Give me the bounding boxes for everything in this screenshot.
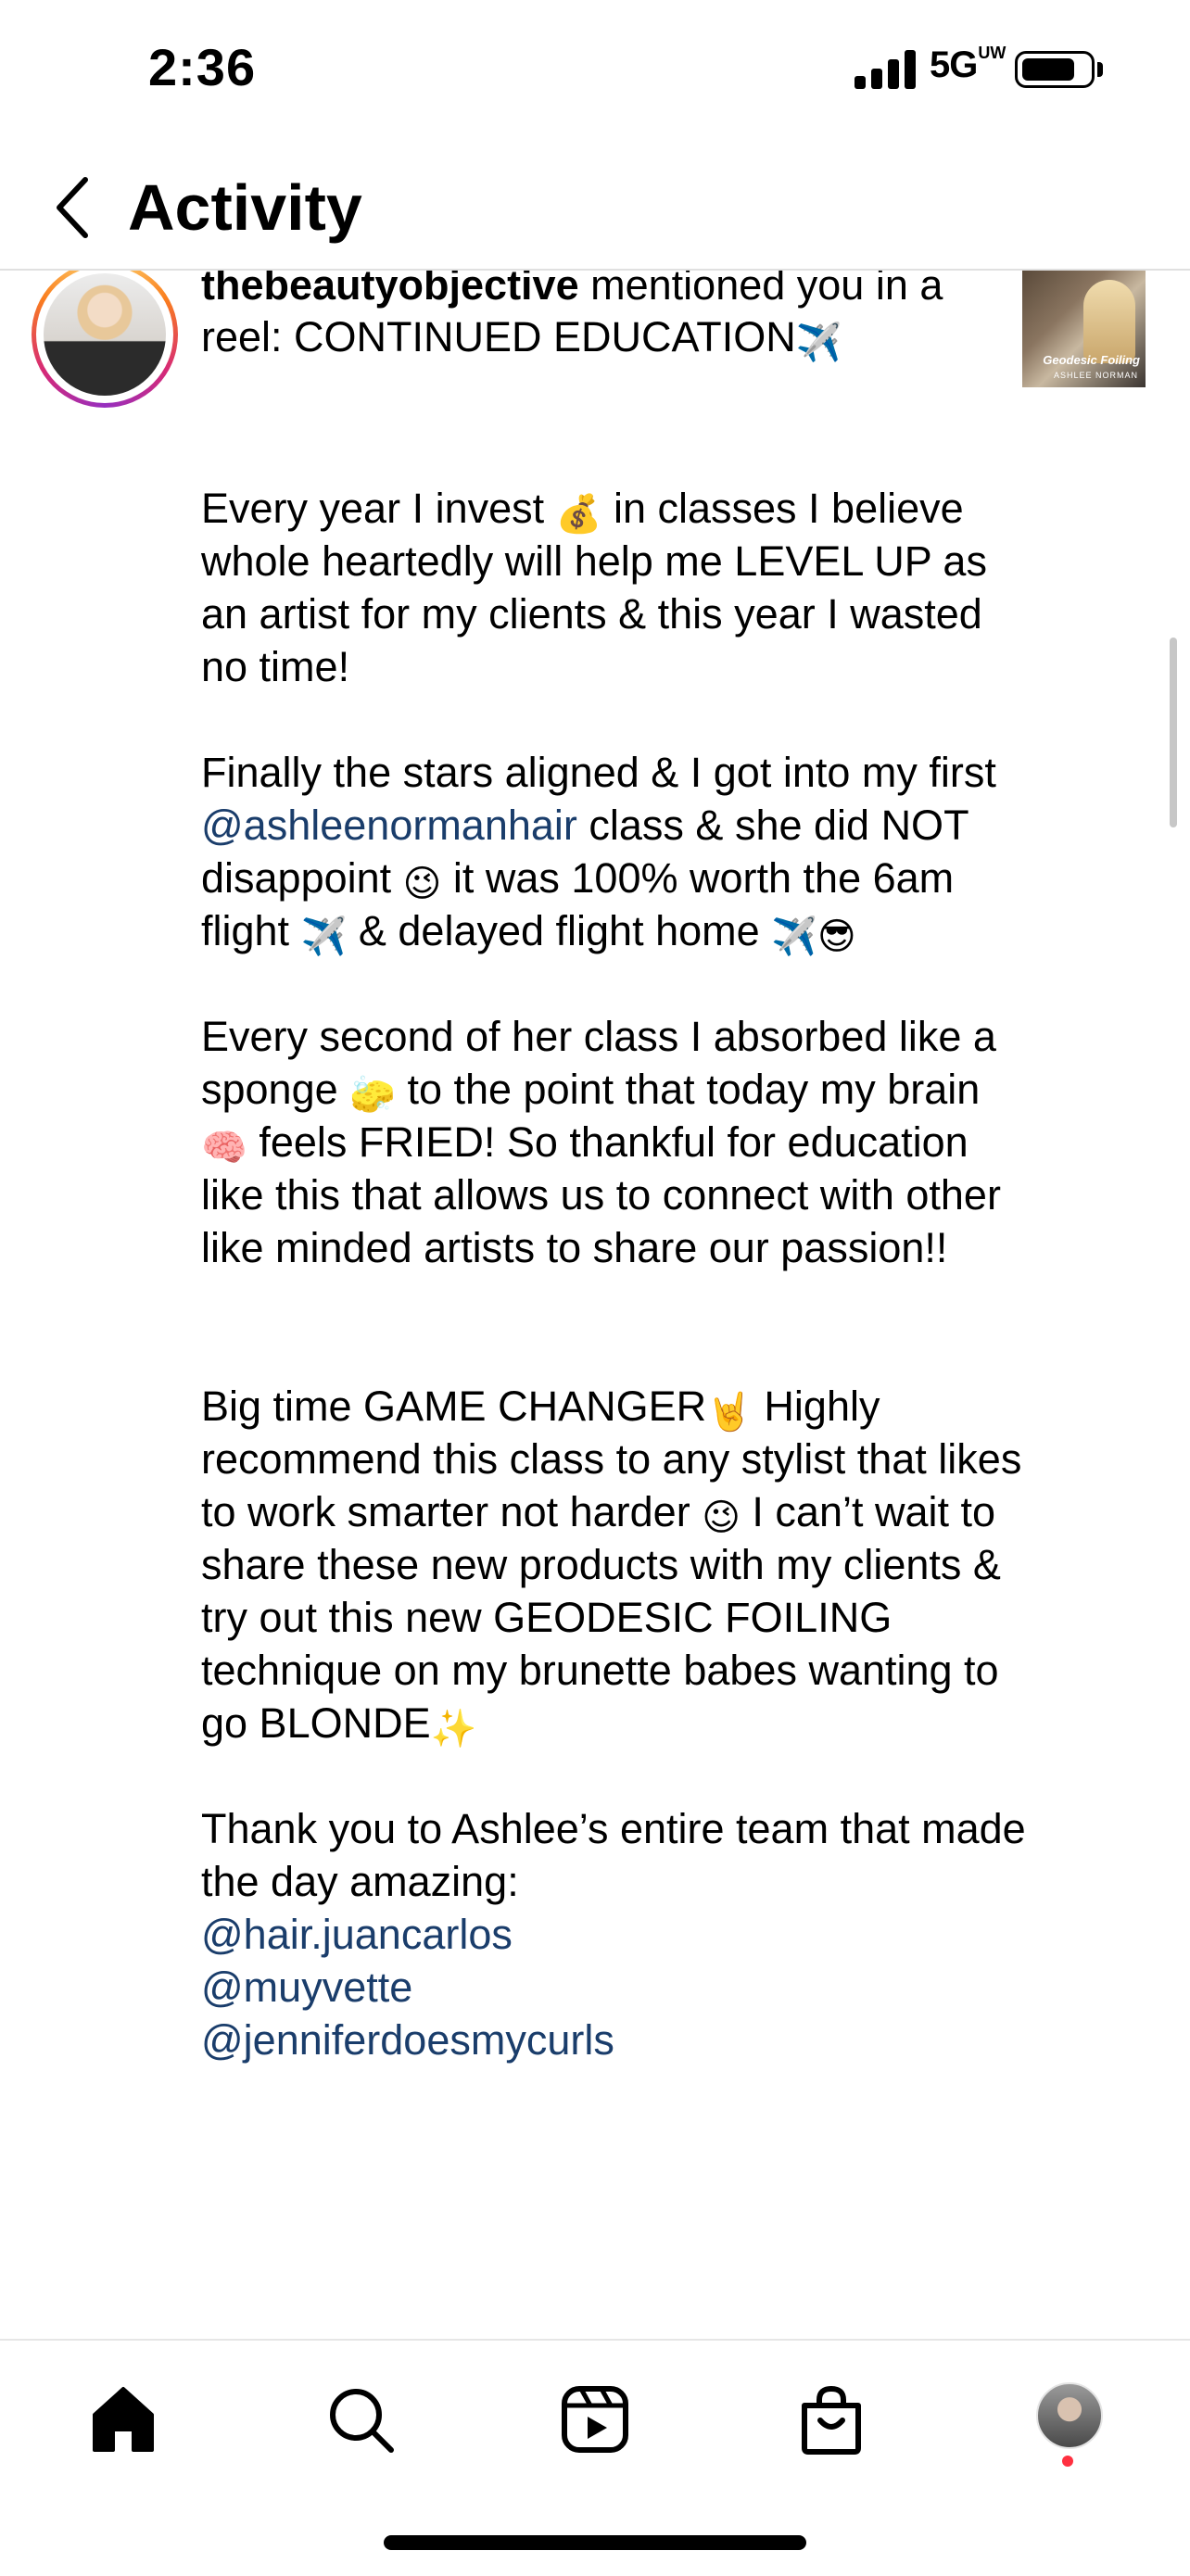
text: & delayed flight home [347, 907, 772, 954]
caption-paragraph: Every second of her class I absorbed lik… [201, 1010, 1035, 1274]
text: Big time GAME CHANGER [201, 1383, 707, 1430]
thumbnail-subcaption: ASHLEE NORMAN [1053, 371, 1138, 380]
avatar [44, 273, 166, 396]
chevron-left-icon [57, 177, 88, 238]
search-icon [330, 2389, 394, 2453]
shop-icon [802, 2385, 861, 2455]
mention-link[interactable]: @muyvette [201, 1964, 412, 2011]
page-title: Activity [128, 171, 362, 244]
caption-paragraph: Every year I invest 💰 in classes I belie… [201, 482, 1035, 693]
network-type: 5GUW [930, 43, 1006, 85]
clock: 2:36 [148, 38, 257, 96]
battery-icon [1015, 51, 1095, 88]
notification-text[interactable]: thebeautyobjective mentioned you in a re… [201, 271, 1007, 363]
money-bag-emoji: 💰 [555, 493, 602, 536]
avatar-border [36, 271, 173, 403]
navigation-header: Activity [0, 148, 1190, 271]
tab-search[interactable] [319, 2378, 402, 2461]
story-avatar[interactable] [32, 271, 178, 408]
thumbnail-image [1083, 280, 1135, 363]
home-icon [93, 2387, 154, 2452]
reels-icon [562, 2386, 628, 2453]
winking-face-emoji: 😉 [402, 863, 442, 905]
back-button[interactable] [48, 170, 104, 245]
notification-dot [1062, 2456, 1073, 2467]
airplane-emoji: ✈️ [300, 915, 348, 958]
mention-link[interactable]: @hair.juancarlos [201, 1911, 513, 1958]
home-indicator[interactable] [384, 2535, 806, 2550]
battery-tip [1097, 62, 1103, 77]
caption-paragraph: Big time GAME CHANGER🤘 Highly recommend … [201, 1380, 1035, 1749]
tab-home[interactable] [82, 2378, 165, 2461]
text: feels FRIED! So thankful for education l… [201, 1118, 1001, 1271]
airplane-emoji: ✈️ [795, 322, 842, 364]
username-link[interactable]: thebeautyobjective [201, 271, 579, 309]
airplane-sunglasses-emoji: ✈️😎 [771, 915, 856, 958]
reel-caption: Every year I invest 💰 in classes I belie… [201, 482, 1035, 2066]
text: Every year I invest [201, 485, 556, 532]
tab-shop[interactable] [790, 2378, 873, 2461]
cellular-signal-icon [855, 48, 919, 89]
sponge-emoji: 🧽 [349, 1074, 396, 1117]
text: Thank you to Ashlee’s entire team that m… [201, 1805, 1026, 1905]
mention-link[interactable]: @jenniferdoesmycurls [201, 2016, 614, 2064]
scroll-indicator[interactable] [1170, 638, 1177, 827]
tab-reels[interactable] [553, 2378, 637, 2461]
rock-on-hand-emoji: 🤘 [706, 1391, 753, 1433]
reel-thumbnail[interactable]: Geodesic Foiling ASHLEE NORMAN [1022, 271, 1146, 387]
winking-face-emoji: 😉 [702, 1496, 741, 1539]
text: Finally the stars aligned & I got into m… [201, 749, 996, 796]
caption-paragraph: Thank you to Ashlee’s entire team that m… [201, 1802, 1035, 2066]
caption-paragraph: Finally the stars aligned & I got into m… [201, 746, 1035, 957]
mention-link[interactable]: @ashleenormanhair [201, 802, 577, 849]
tab-profile-avatar[interactable] [1036, 2382, 1103, 2449]
brain-emoji: 🧠 [201, 1127, 247, 1169]
status-bar: 2:36 5GUW [0, 0, 1190, 139]
thumbnail-caption: Geodesic Foiling [1043, 353, 1140, 367]
activity-feed[interactable]: thebeautyobjective mentioned you in a re… [0, 271, 1190, 2339]
text: to the point that today my brain [395, 1066, 981, 1113]
sparkles-emoji: ✨ [430, 1708, 477, 1750]
